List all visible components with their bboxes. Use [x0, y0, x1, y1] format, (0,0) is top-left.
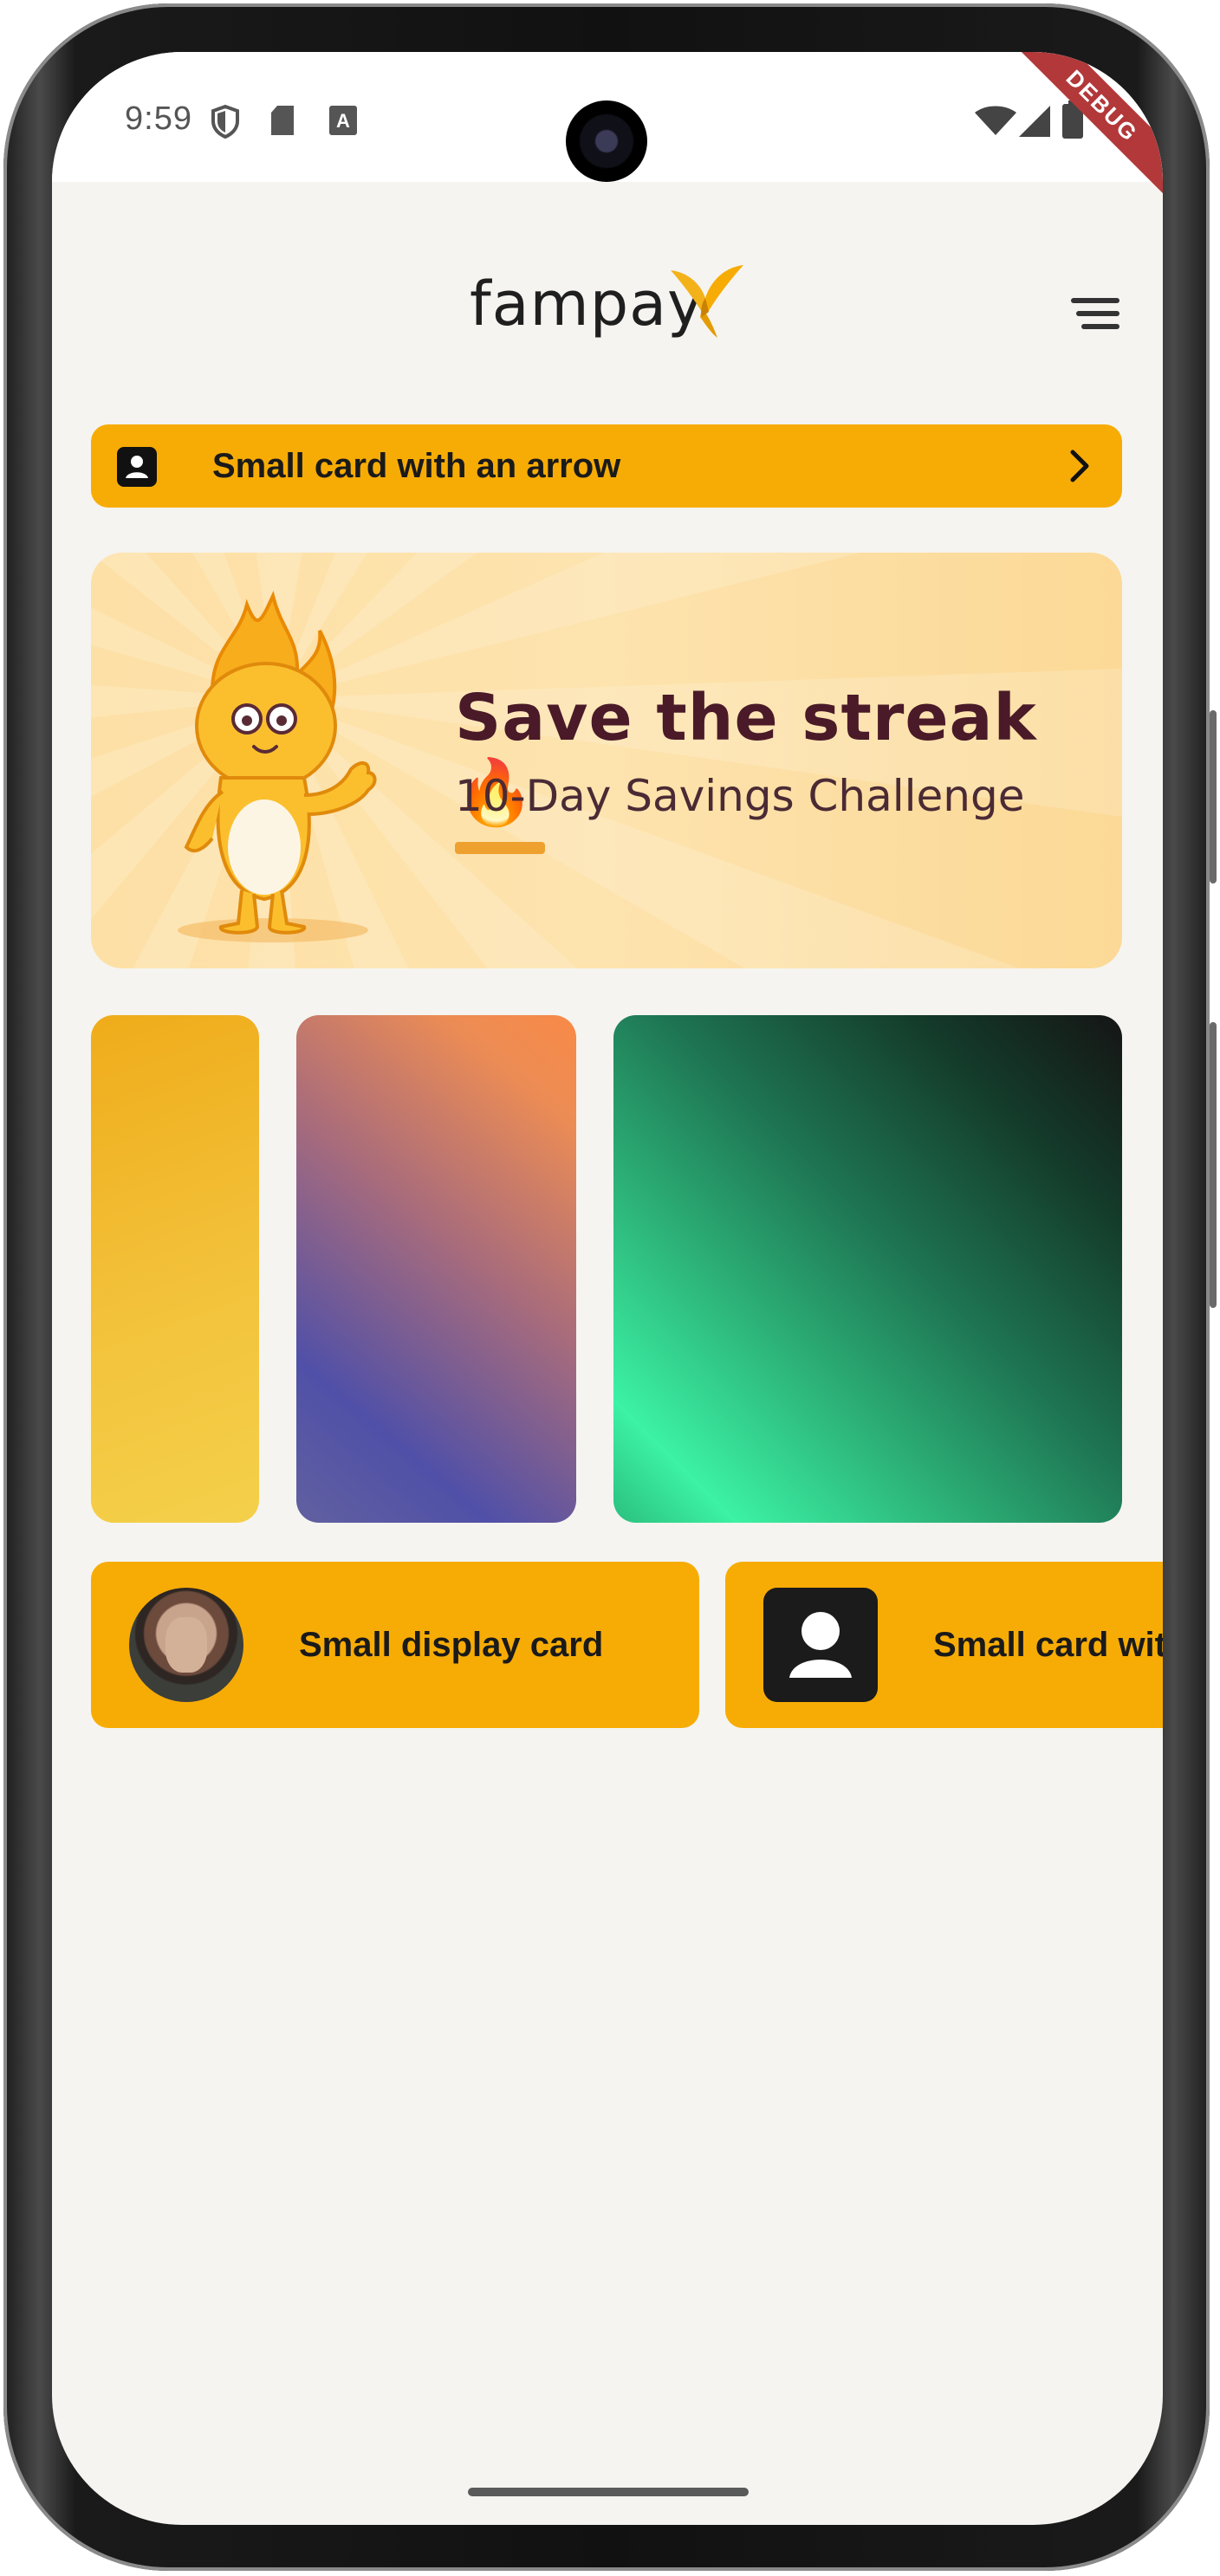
streak-banner[interactable]: Save the streak 🔥 10-Day Savings Challen… — [91, 553, 1122, 968]
user-icon — [763, 1588, 878, 1702]
banner-underline — [455, 842, 545, 854]
green-black-gradient-card[interactable] — [613, 1015, 1122, 1523]
chevron-right-icon — [1070, 450, 1089, 482]
fire-mascot-icon — [178, 591, 377, 942]
orange-blue-gradient-card[interactable] — [296, 1015, 576, 1523]
small-card-with-arrow-secondary[interactable]: Small card with an arrow — [725, 1562, 1163, 1728]
banner-subtitle: 10-Day Savings Challenge — [455, 771, 1025, 821]
home-indicator[interactable] — [468, 2488, 749, 2496]
display-card-label-2: Small card with an arrow — [933, 1626, 1163, 1664]
fampay-bird-logo-icon — [671, 265, 743, 338]
user-icon — [117, 447, 157, 487]
app-bar: fampay — [52, 52, 1163, 340]
small-display-card[interactable]: Small display card — [91, 1562, 699, 1728]
volume-button — [1210, 1022, 1217, 1308]
avatar-photo — [129, 1588, 243, 1702]
yellow-gradient-card[interactable] — [91, 1015, 259, 1523]
arrow-card-label: Small card with an arrow — [212, 447, 621, 485]
display-card-label: Small display card — [299, 1626, 604, 1664]
screen: 9:59 A DEBUG fampay Small card with an a… — [52, 52, 1163, 2525]
small-card-with-arrow[interactable]: Small card with an arrow — [91, 424, 1122, 508]
power-button — [1210, 710, 1217, 883]
menu-icon[interactable] — [1071, 298, 1119, 329]
